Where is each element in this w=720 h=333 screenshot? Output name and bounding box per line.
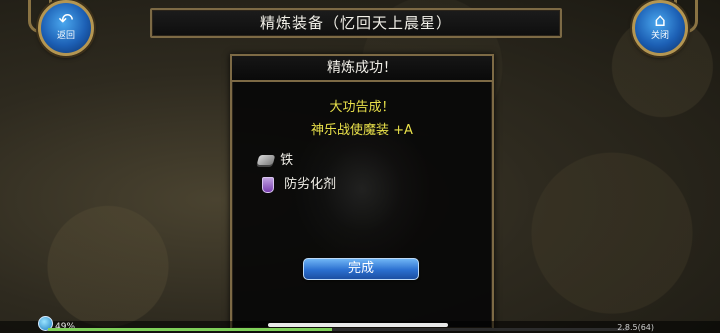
download-progress-bar: [48, 328, 628, 331]
item-name: 神乐战使魔装 +A: [311, 123, 413, 138]
close-button[interactable]: ⌂ 关闭: [632, 0, 688, 56]
home-indicator[interactable]: [268, 323, 448, 327]
refine-result-dialog: 精炼成功！ 大功告成！ 神乐战使魔装 +A 铁 防劣化剂 完成: [230, 54, 494, 330]
version-label: 2.8.5(64): [617, 323, 654, 332]
back-arrow-icon: ↶: [58, 10, 74, 31]
progress-fill: [48, 328, 333, 331]
equipment-silhouette: [292, 126, 432, 266]
page-title: 精炼装备（忆回天上晨星）: [150, 8, 562, 38]
material-item: 防劣化剂: [258, 176, 336, 194]
iron-ingot-icon: [256, 154, 276, 165]
close-button-label: 关闭: [650, 31, 669, 41]
success-message: 大功告成！: [329, 100, 395, 115]
back-button-label: 返回: [56, 31, 75, 41]
home-icon: ⌂: [654, 10, 666, 31]
back-button[interactable]: ↶ 返回: [38, 0, 94, 56]
material-name: 防劣化剂: [284, 177, 337, 192]
done-button[interactable]: 完成: [303, 258, 419, 280]
potion-icon: [262, 176, 274, 193]
material-item: 铁: [256, 152, 294, 170]
material-name: 铁: [280, 153, 294, 168]
dialog-title: 精炼成功！: [232, 56, 492, 82]
